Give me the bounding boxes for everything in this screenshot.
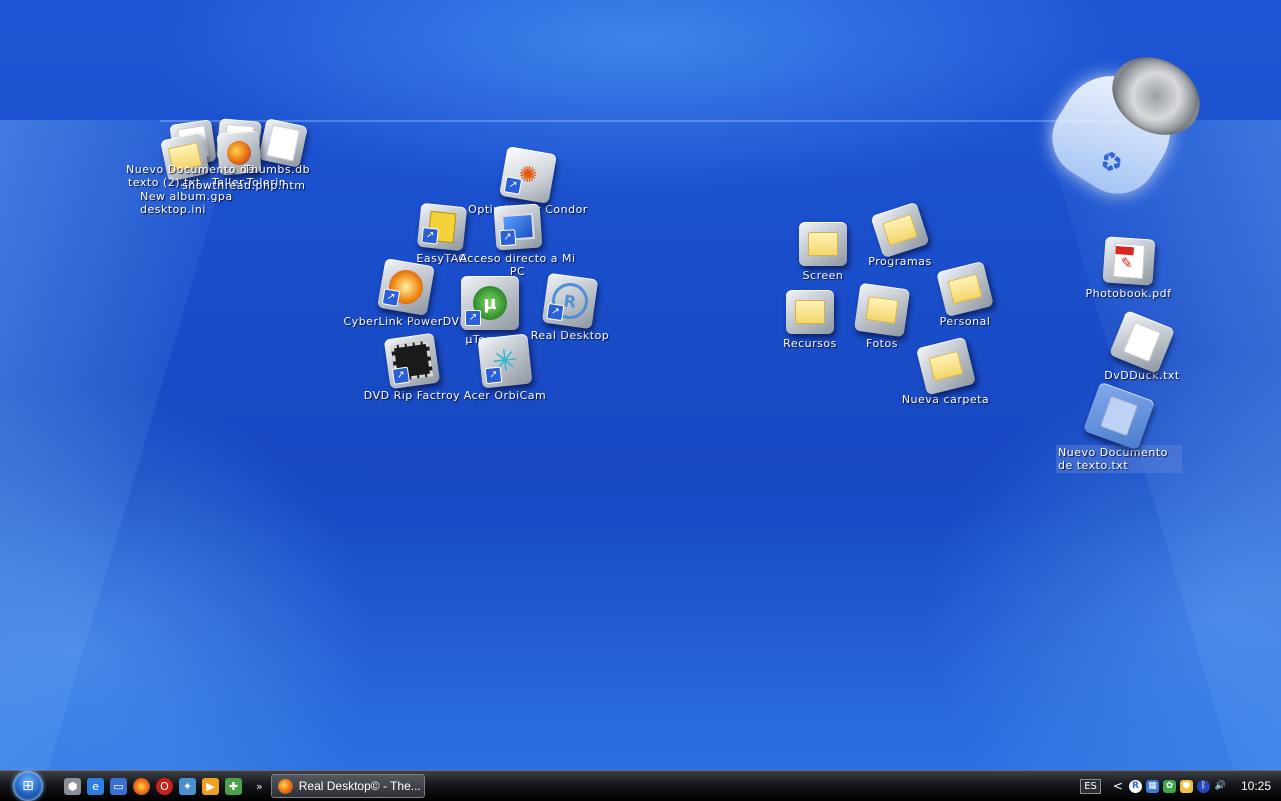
icon-cyberlink-powerdvd[interactable]: ↗ CyberLink PowerDVD (343, 258, 469, 328)
folder-recursos[interactable]: Recursos (780, 290, 840, 350)
cluster-label-album: New album.gpa (140, 190, 233, 203)
folder-personal[interactable]: Personal (930, 260, 1000, 328)
messenger-tray-icon[interactable]: ✿ (1162, 779, 1176, 793)
dvd-rip-tile: ↗ (383, 332, 441, 390)
icon-label: DVD Rip Factroy (363, 389, 461, 402)
mi-pc-tile: ↗ (493, 203, 542, 251)
personal-folder-tile (936, 260, 994, 318)
folder-icon (928, 350, 963, 382)
language-indicator[interactable]: ES (1080, 778, 1101, 794)
opera-icon[interactable]: O (156, 777, 173, 795)
photobook-tile: ✎ (1101, 236, 1156, 286)
optimizador-tile: ✺ ↗ (499, 146, 557, 204)
messenger-icon[interactable]: ✦ (179, 777, 196, 795)
programas-folder-tile (870, 201, 930, 259)
tool-icon[interactable]: ✚ (225, 777, 242, 795)
volume-icon[interactable]: 🔊 (1214, 780, 1227, 793)
cluster-label-thumbs: Thumbs.db (244, 163, 311, 176)
utorrent-tile: µ ↗ (461, 276, 519, 330)
quick-launch: ⬢ e ▭ O ✦ ▶ ✚ (64, 777, 242, 795)
bluetooth-icon[interactable]: ᛒ (1196, 779, 1210, 793)
folder-programas[interactable]: Programas (860, 201, 940, 268)
shortcut-arrow-icon: ↗ (498, 229, 516, 247)
desktop-icon-cluster[interactable]: Nuevo Documento de texto (2).txt Thumbs.… (120, 118, 320, 228)
real-desktop-tray-icon[interactable]: R (1128, 779, 1142, 793)
folder-label: Personal (939, 315, 991, 328)
shortcut-arrow-icon: ↗ (503, 176, 523, 195)
dvdduck-tile (1108, 310, 1176, 374)
text-file-icon (1100, 396, 1138, 436)
show-desktop-icon[interactable]: ▭ (110, 777, 127, 795)
taskbar-button-label: Real Desktop© - The... (298, 779, 421, 793)
system-tray: ES < R ▦ ✿ ⬢ ᛒ 🔊 10:25 (1080, 771, 1281, 801)
media-player-icon[interactable]: ▶ (202, 777, 219, 795)
file-label: Nuevo Documento de texto.txt (1056, 445, 1182, 473)
cluster-label-nuevo-documento: Nuevo Documento de (126, 163, 255, 176)
nueva-carpeta-folder-tile (915, 336, 976, 396)
shortcut-arrow-icon: ↗ (381, 288, 401, 307)
file-nuevo-documento-txt[interactable]: Nuevo Documento de texto.txt (1056, 381, 1182, 473)
shortcut-arrow-icon: ↗ (465, 310, 481, 326)
pdf-badge-icon (1114, 246, 1134, 256)
shortcut-arrow-icon: ↗ (546, 303, 565, 322)
folder-icon (947, 273, 983, 305)
shortcut-arrow-icon: ↗ (484, 366, 503, 385)
folder-icon (882, 213, 918, 247)
folder-icon (865, 296, 899, 324)
folder-label: Screen (802, 269, 844, 282)
folder-icon (795, 300, 825, 324)
pdf-icon: ✎ (1112, 242, 1145, 280)
folder-label: Fotos (866, 337, 898, 350)
folder-nueva-carpeta[interactable]: Nueva carpeta (898, 336, 993, 406)
file-dvdduck-txt[interactable]: DvDDuck.txt (1102, 310, 1182, 382)
desktop-background[interactable]: Nuevo Documento de texto (2).txt Thumbs.… (0, 0, 1281, 770)
icon-label: CyberLink PowerDVD (343, 315, 469, 328)
icon-dvd-rip-factory[interactable]: ↗ DVD Rip Factroy (362, 332, 462, 402)
security-tray-icon[interactable]: ⬢ (1179, 779, 1193, 793)
powerdvd-tile: ↗ (377, 258, 435, 316)
taskbar: ⊞ ⬢ e ▭ O ✦ ▶ ✚ » Real Desktop© - The...… (0, 770, 1281, 801)
document-icon (265, 124, 301, 162)
cube-icon[interactable]: ⬢ (64, 777, 81, 795)
folder-fotos[interactable]: Fotos (852, 282, 912, 350)
windows-logo-icon: ⊞ (13, 771, 43, 801)
folder-label: Programas (868, 255, 932, 268)
screen-folder-tile (799, 222, 847, 266)
icon-real-desktop[interactable]: R ↗ Real Desktop (530, 272, 610, 342)
fotos-folder-tile (853, 282, 911, 338)
firefox-icon (226, 140, 252, 166)
room-floor-glow (0, 510, 1281, 770)
folder-label: Nueva carpeta (901, 393, 990, 406)
folder-screen[interactable]: Screen (795, 222, 851, 282)
text-file-icon (1123, 321, 1161, 363)
show-hidden-icons-arrow[interactable]: < (1113, 779, 1123, 793)
network-icon[interactable]: ▦ (1145, 779, 1159, 793)
real-desktop-tile: R ↗ (541, 272, 599, 330)
file-label: DvDDuck.txt (1104, 369, 1180, 382)
quick-launch-overflow-chevron[interactable]: » (256, 780, 263, 793)
recycle-bin[interactable]: ♻ (1037, 41, 1214, 209)
icon-label: Acer OrbiCam (463, 389, 547, 402)
file-label: Photobook.pdf (1085, 287, 1172, 300)
cluster-label-desktop-ini: desktop.ini (140, 203, 206, 216)
recursos-folder-tile (786, 290, 834, 334)
folder-icon (808, 232, 838, 256)
internet-explorer-icon[interactable]: e (87, 777, 104, 795)
acrobat-swirl-icon: ✎ (1119, 255, 1133, 273)
start-button[interactable]: ⊞ (6, 771, 50, 801)
shortcut-arrow-icon: ↗ (391, 366, 410, 385)
taskbar-button-firefox[interactable]: Real Desktop© - The... (270, 774, 425, 798)
nuevo-documento-tile (1082, 381, 1156, 451)
file-photobook-pdf[interactable]: ✎ Photobook.pdf (1085, 236, 1172, 300)
icon-acer-orbicam[interactable]: ✳ ↗ Acer OrbiCam (463, 333, 547, 402)
cluster-tile-3[interactable] (258, 118, 308, 168)
firefox-icon[interactable] (133, 777, 150, 795)
orbicam-tile: ✳ ↗ (477, 333, 533, 389)
firefox-icon (277, 778, 293, 794)
folder-label: Recursos (783, 337, 837, 350)
shortcut-arrow-icon: ↗ (421, 227, 439, 245)
icon-mi-pc[interactable]: ↗ Acceso directo a Mi PC (455, 203, 580, 278)
clock[interactable]: 10:25 (1241, 779, 1271, 793)
